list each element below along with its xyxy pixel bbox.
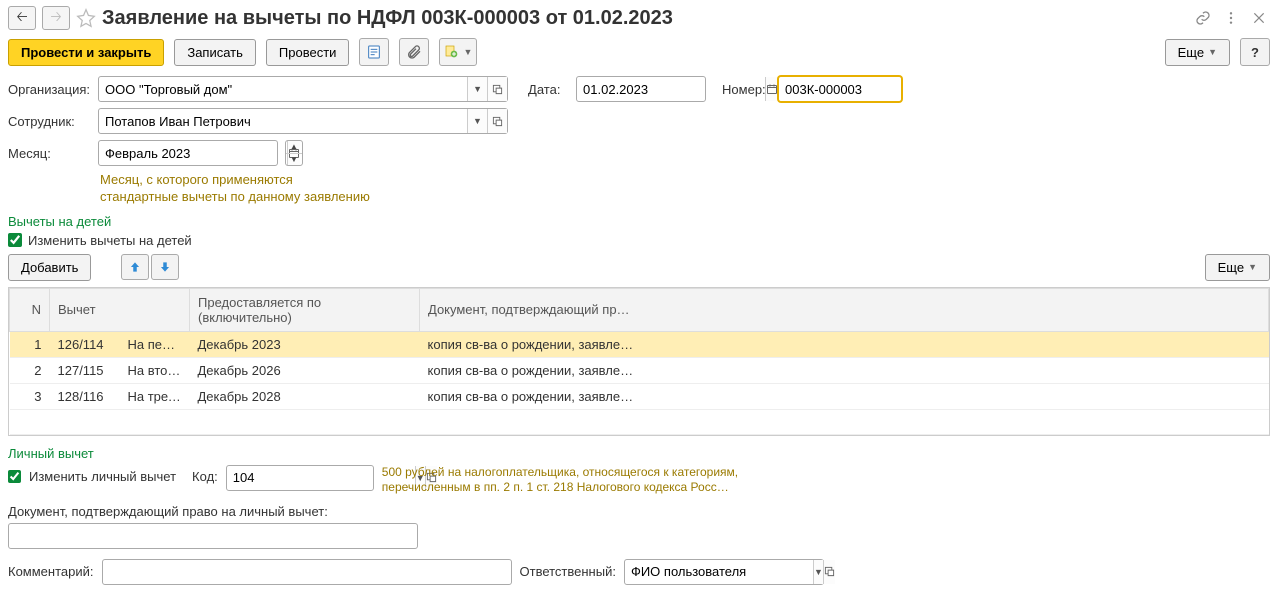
organization-input[interactable] bbox=[99, 77, 467, 101]
month-down-button[interactable]: ▼ bbox=[286, 154, 302, 166]
responsible-label: Ответственный: bbox=[520, 564, 616, 579]
dropdown-icon[interactable]: ▼ bbox=[467, 77, 487, 101]
link-icon[interactable] bbox=[1192, 7, 1214, 29]
cell-doc: копия св-ва о рождении, заявле… bbox=[420, 331, 1269, 357]
month-hint: Месяц, с которого применяются стандартны… bbox=[100, 172, 1270, 206]
close-icon[interactable] bbox=[1248, 7, 1270, 29]
arrow-right-icon: 🡢 bbox=[50, 6, 61, 30]
cell-n: 1 bbox=[10, 331, 50, 357]
code-field[interactable]: ▼ bbox=[226, 465, 374, 491]
open-icon[interactable] bbox=[823, 560, 835, 584]
responsible-field[interactable]: ▼ bbox=[624, 559, 824, 585]
chevron-down-icon: ▼ bbox=[463, 47, 472, 57]
employee-field[interactable]: ▼ bbox=[98, 108, 508, 134]
arrow-left-icon: 🡠 bbox=[16, 6, 27, 30]
kebab-menu-icon[interactable] bbox=[1220, 7, 1242, 29]
employee-input[interactable] bbox=[99, 109, 467, 133]
cell-n: 2 bbox=[10, 357, 50, 383]
more-label: Еще bbox=[1218, 260, 1244, 275]
col-doc[interactable]: Документ, подтверждающий пр… bbox=[420, 288, 1269, 331]
create-based-icon-button[interactable]: ▼ bbox=[439, 38, 477, 66]
cell-until: Декабрь 2023 bbox=[190, 331, 420, 357]
month-field[interactable] bbox=[98, 140, 278, 166]
personal-section-title: Личный вычет bbox=[8, 446, 1270, 461]
number-label: Номер: bbox=[722, 82, 770, 97]
doc-personal-label: Документ, подтверждающий право на личный… bbox=[8, 504, 1270, 519]
cell-code: 126/114 bbox=[50, 331, 120, 357]
cell-desc: На третьго и каждого последующего ребенк… bbox=[120, 383, 190, 409]
doc-personal-input[interactable] bbox=[8, 523, 418, 549]
cell-until: Декабрь 2026 bbox=[190, 357, 420, 383]
comment-label: Комментарий: bbox=[8, 564, 94, 579]
change-children-checkbox[interactable] bbox=[8, 233, 22, 247]
col-until[interactable]: Предоставляется по (включительно) bbox=[190, 288, 420, 331]
cell-until: Декабрь 2028 bbox=[190, 383, 420, 409]
date-field[interactable] bbox=[576, 76, 706, 102]
chevron-down-icon: ▼ bbox=[1208, 47, 1217, 57]
post-button[interactable]: Провести bbox=[266, 39, 350, 66]
code-label: Код: bbox=[192, 469, 218, 484]
favorite-star-icon[interactable] bbox=[76, 8, 96, 28]
children-section-title: Вычеты на детей bbox=[8, 214, 1270, 229]
open-icon[interactable] bbox=[487, 109, 507, 133]
help-button[interactable]: ? bbox=[1240, 38, 1270, 66]
organization-field[interactable]: ▼ bbox=[98, 76, 508, 102]
report-icon-button[interactable] bbox=[359, 38, 389, 66]
dropdown-icon[interactable]: ▼ bbox=[813, 560, 823, 584]
move-up-button[interactable] bbox=[121, 254, 149, 280]
chevron-down-icon: ▼ bbox=[1248, 262, 1257, 272]
number-input[interactable] bbox=[779, 77, 967, 101]
table-more-button[interactable]: Еще ▼ bbox=[1205, 254, 1270, 281]
table-row[interactable]: 2127/115На второго ребенка в возрасте до… bbox=[10, 357, 1269, 383]
code-hint: 500 рублей на налогоплательщика, относящ… bbox=[382, 465, 782, 496]
cell-desc: На первого ребенка в возрасте до 18 лет,… bbox=[120, 331, 190, 357]
children-table[interactable]: N Вычет Предоставляется по (включительно… bbox=[8, 287, 1270, 436]
save-button[interactable]: Записать bbox=[174, 39, 256, 66]
comment-input[interactable] bbox=[102, 559, 512, 585]
col-n[interactable]: N bbox=[10, 288, 50, 331]
table-row[interactable]: 1126/114На первого ребенка в возрасте до… bbox=[10, 331, 1269, 357]
change-children-label: Изменить вычеты на детей bbox=[28, 233, 192, 248]
cell-desc: На второго ребенка в возрасте до 18 лет,… bbox=[120, 357, 190, 383]
more-button[interactable]: Еще ▼ bbox=[1165, 39, 1230, 66]
nav-back-button[interactable]: 🡠 bbox=[8, 6, 36, 30]
more-label: Еще bbox=[1178, 45, 1204, 60]
page-title: Заявление на вычеты по НДФЛ 003К-000003 … bbox=[102, 7, 1186, 30]
table-empty-area[interactable] bbox=[10, 409, 1269, 434]
date-label: Дата: bbox=[528, 82, 568, 97]
employee-label: Сотрудник: bbox=[8, 114, 90, 129]
col-deduction[interactable]: Вычет bbox=[50, 288, 190, 331]
cell-n: 3 bbox=[10, 383, 50, 409]
number-field[interactable] bbox=[778, 76, 902, 102]
cell-code: 128/116 bbox=[50, 383, 120, 409]
move-down-button[interactable] bbox=[151, 254, 179, 280]
nav-forward-button[interactable]: 🡢 bbox=[42, 6, 70, 30]
table-row[interactable]: 3128/116На третьго и каждого последующег… bbox=[10, 383, 1269, 409]
add-button[interactable]: Добавить bbox=[8, 254, 91, 281]
month-label: Месяц: bbox=[8, 146, 90, 161]
post-and-close-button[interactable]: Провести и закрыть bbox=[8, 39, 164, 66]
organization-label: Организация: bbox=[8, 82, 90, 97]
responsible-input[interactable] bbox=[625, 560, 813, 584]
cell-doc: копия св-ва о рождении, заявле… bbox=[420, 383, 1269, 409]
month-input[interactable] bbox=[99, 141, 287, 165]
attach-icon-button[interactable] bbox=[399, 38, 429, 66]
open-icon[interactable] bbox=[487, 77, 507, 101]
month-up-button[interactable]: ▲ bbox=[286, 141, 302, 154]
cell-doc: копия св-ва о рождении, заявле… bbox=[420, 357, 1269, 383]
dropdown-icon[interactable]: ▼ bbox=[467, 109, 487, 133]
change-personal-label: Изменить личный вычет bbox=[29, 469, 176, 484]
change-personal-checkbox[interactable] bbox=[8, 470, 21, 483]
cell-code: 127/115 bbox=[50, 357, 120, 383]
